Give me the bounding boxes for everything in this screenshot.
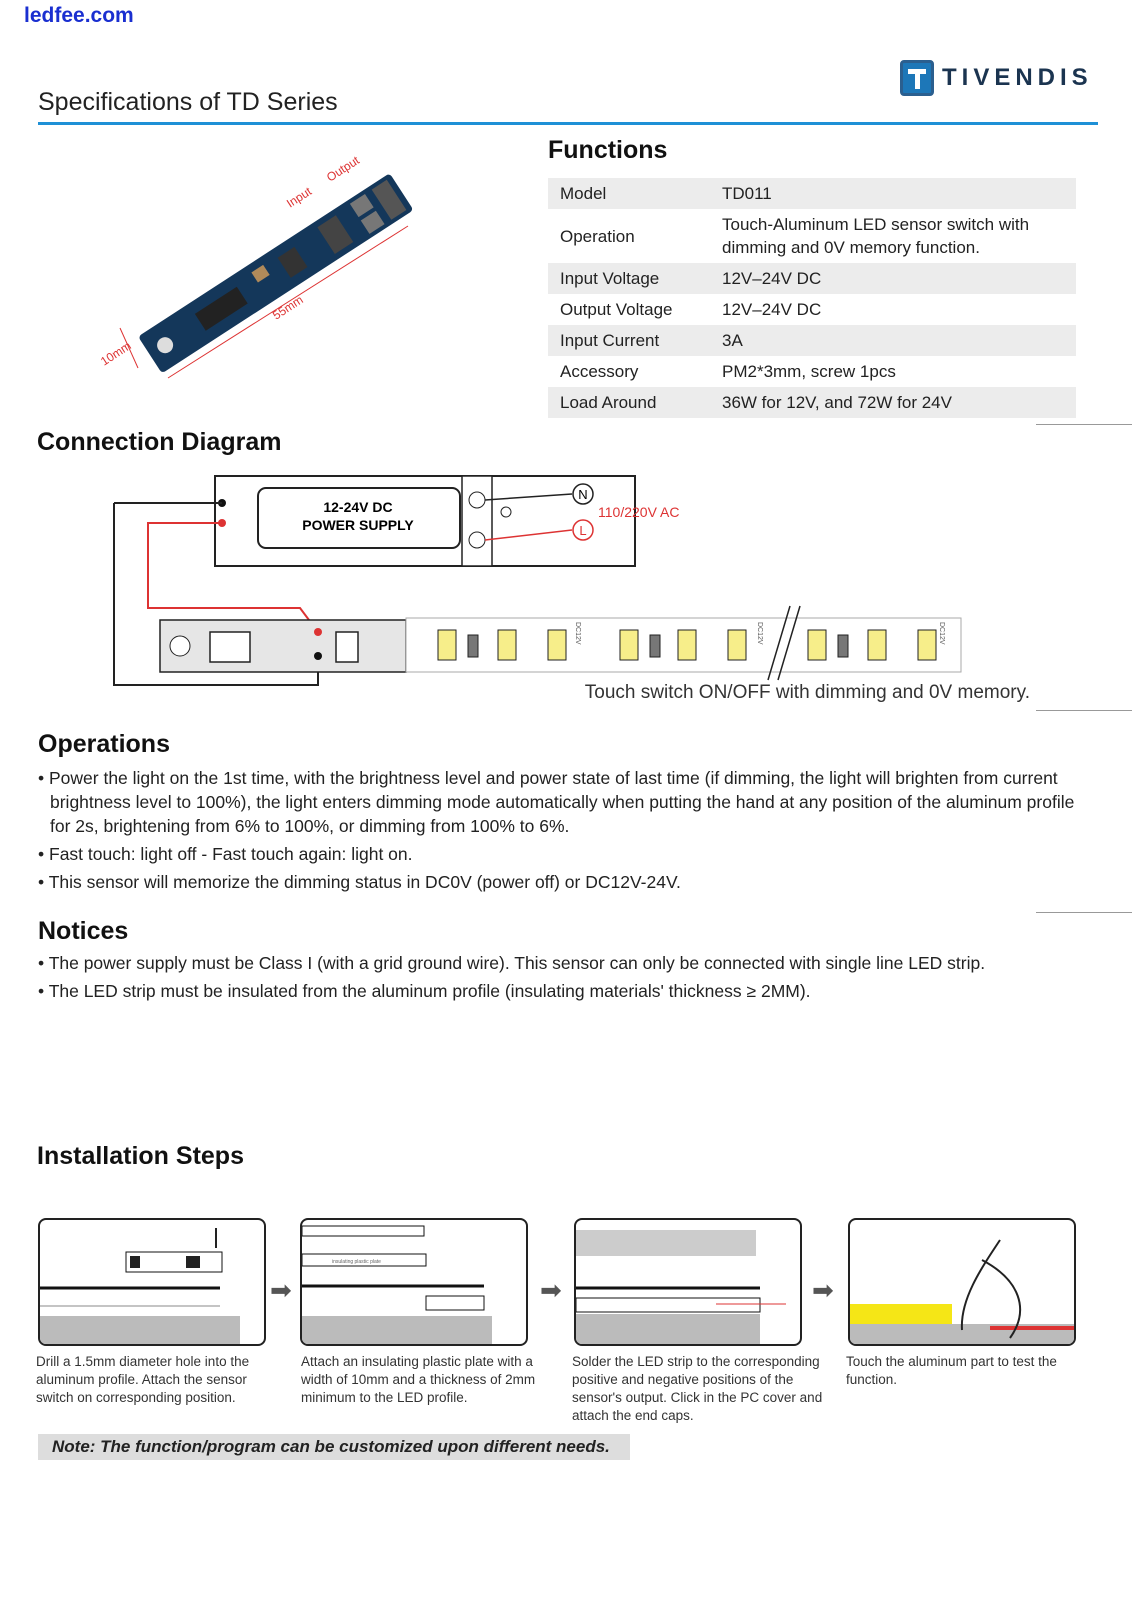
live-label: L <box>579 523 586 538</box>
psu-label-2: POWER SUPPLY <box>302 517 414 533</box>
step-3-image <box>574 1218 802 1346</box>
table-row: Load Around 36W for 12V, and 72W for 24V <box>548 387 1076 418</box>
led-chip <box>677 629 697 661</box>
arrow-right-icon: ➡ <box>540 1275 562 1305</box>
page-title: Specifications of TD Series <box>38 88 338 116</box>
connection-diagram: 12-24V DC POWER SUPPLY N L 110/220V AC D… <box>113 475 1030 703</box>
led-chip <box>437 629 457 661</box>
plate-label: insulating plastic plate <box>332 1259 381 1265</box>
divider <box>1036 710 1132 711</box>
divider <box>1036 424 1132 425</box>
title-divider <box>38 122 1098 125</box>
resistor <box>649 634 661 658</box>
installation-heading: Installation Steps <box>37 1142 244 1170</box>
diagram-caption: Touch switch ON/OFF with dimming and 0V … <box>585 682 1030 703</box>
functions-table: Model TD011 Operation Touch-Aluminum LED s… <box>548 178 1076 418</box>
input-label: Input <box>284 184 315 211</box>
arrow-right-icon: ➡ <box>270 1275 292 1305</box>
led-chip <box>807 629 827 661</box>
logo-icon <box>900 60 934 96</box>
list-item: This sensor will memorize the dimming st… <box>38 870 1098 894</box>
led-chip <box>917 629 937 661</box>
step-4-image <box>848 1218 1076 1346</box>
width-label: 10mm <box>98 339 134 369</box>
row-value: 3A <box>722 331 743 350</box>
notices-list: The power supply must be Class I (with a… <box>38 951 1098 1007</box>
brand-logo: TIVENDIS <box>900 60 1093 96</box>
led-chip <box>727 629 747 661</box>
led-chip <box>547 629 567 661</box>
table-row: Input Voltage 12V–24V DC <box>548 263 1076 294</box>
led-chip <box>619 629 639 661</box>
row-label: Output Voltage <box>560 300 673 319</box>
step-2-caption: Attach an insulating plastic plate with … <box>301 1354 536 1405</box>
arrow-right-icon: ➡ <box>812 1275 834 1305</box>
operations-list: Power the light on the 1st time, with th… <box>38 766 1098 898</box>
row-label: Input Current <box>560 331 660 350</box>
table-row: Output Voltage 12V–24V DC <box>548 294 1076 325</box>
neutral-label: N <box>578 487 587 502</box>
resistor <box>467 634 479 658</box>
row-value: 12V–24V DC <box>722 300 822 319</box>
operations-heading: Operations <box>38 730 170 758</box>
step-2-image: insulating plastic plate <box>300 1218 528 1346</box>
row-label: Load Around <box>560 393 657 412</box>
output-label: Output <box>324 153 362 185</box>
sensor-pcb-image: 55mm 10mm Input Output <box>98 153 413 379</box>
list-item: Power the light on the 1st time, with th… <box>38 766 1098 838</box>
ac-label: 110/220V AC <box>598 504 679 520</box>
row-value: PM2*3mm, screw 1pcs <box>722 362 896 381</box>
strip-voltage-mark: DC12V <box>756 622 763 645</box>
table-row: Model TD011 <box>548 178 1076 209</box>
watermark: ledfee.com <box>24 4 134 27</box>
step-4-caption: Touch the aluminum part to test the func… <box>846 1354 1057 1387</box>
resistor <box>837 634 849 658</box>
functions-heading: Functions <box>548 136 668 164</box>
table-row: Input Current 3A <box>548 325 1076 356</box>
list-item: The power supply must be Class I (with a… <box>38 951 1098 975</box>
table-row: Accessory PM2*3mm, screw 1pcs <box>548 356 1076 387</box>
strip-voltage-mark: DC12V <box>574 622 581 645</box>
row-value: 36W for 12V, and 72W for 24V <box>722 393 952 412</box>
row-label: Input Voltage <box>560 269 660 288</box>
row-label: Model <box>560 184 607 203</box>
list-item: The LED strip must be insulated from the… <box>38 979 1098 1003</box>
notices-heading: Notices <box>38 917 129 945</box>
psu-label-1: 12-24V DC <box>323 499 392 515</box>
divider <box>1036 912 1132 913</box>
row-label: Accessory <box>560 362 639 381</box>
step-1-caption: Drill a 1.5mm diameter hole into the alu… <box>36 1354 250 1405</box>
strip-voltage-mark: DC12V <box>938 622 945 645</box>
step-3-caption: Solder the LED strip to the correspondin… <box>572 1354 823 1423</box>
row-label: Operation <box>560 226 635 246</box>
led-chip <box>497 629 517 661</box>
connection-heading: Connection Diagram <box>37 428 282 456</box>
row-value: Touch-Aluminum LED sensor switch with di… <box>722 215 1030 257</box>
customization-note: Note: The function/program can be custom… <box>38 1434 630 1460</box>
row-value: 12V–24V DC <box>722 269 822 288</box>
table-row: Operation Touch-Aluminum LED sensor switc… <box>548 209 1076 263</box>
step-1-image <box>38 1218 266 1346</box>
brand-name: TIVENDIS <box>942 64 1093 91</box>
row-value: TD011 <box>722 184 772 203</box>
led-chip <box>867 629 887 661</box>
list-item: Fast touch: light off - Fast touch again… <box>38 842 1098 866</box>
